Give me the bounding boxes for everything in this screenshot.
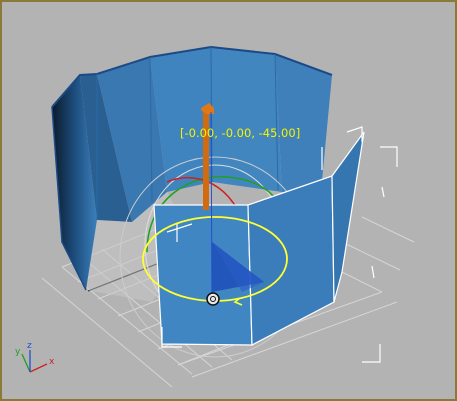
cylinder-panel-4 [211, 47, 282, 192]
tripod-y-label: y [15, 347, 21, 357]
viewport-canvas[interactable]: [-0.00, -0.00, -45.00] x y z [2, 2, 455, 399]
tripod-y-axis [21, 353, 31, 373]
cylinder-front-panel-3 [331, 131, 365, 303]
perspective-viewport[interactable]: [-0.00, -0.00, -45.00] x y z [0, 0, 457, 401]
cylinder-front-panel-2 [247, 175, 335, 346]
rotation-readout: [-0.00, -0.00, -45.00] [180, 126, 300, 140]
axis-tripod: x y z [15, 341, 55, 373]
tripod-x-label: x [49, 357, 55, 367]
transform-center-icon[interactable] [206, 292, 220, 306]
tripod-z-label: z [27, 341, 32, 351]
tripod-x-axis [29, 363, 48, 373]
